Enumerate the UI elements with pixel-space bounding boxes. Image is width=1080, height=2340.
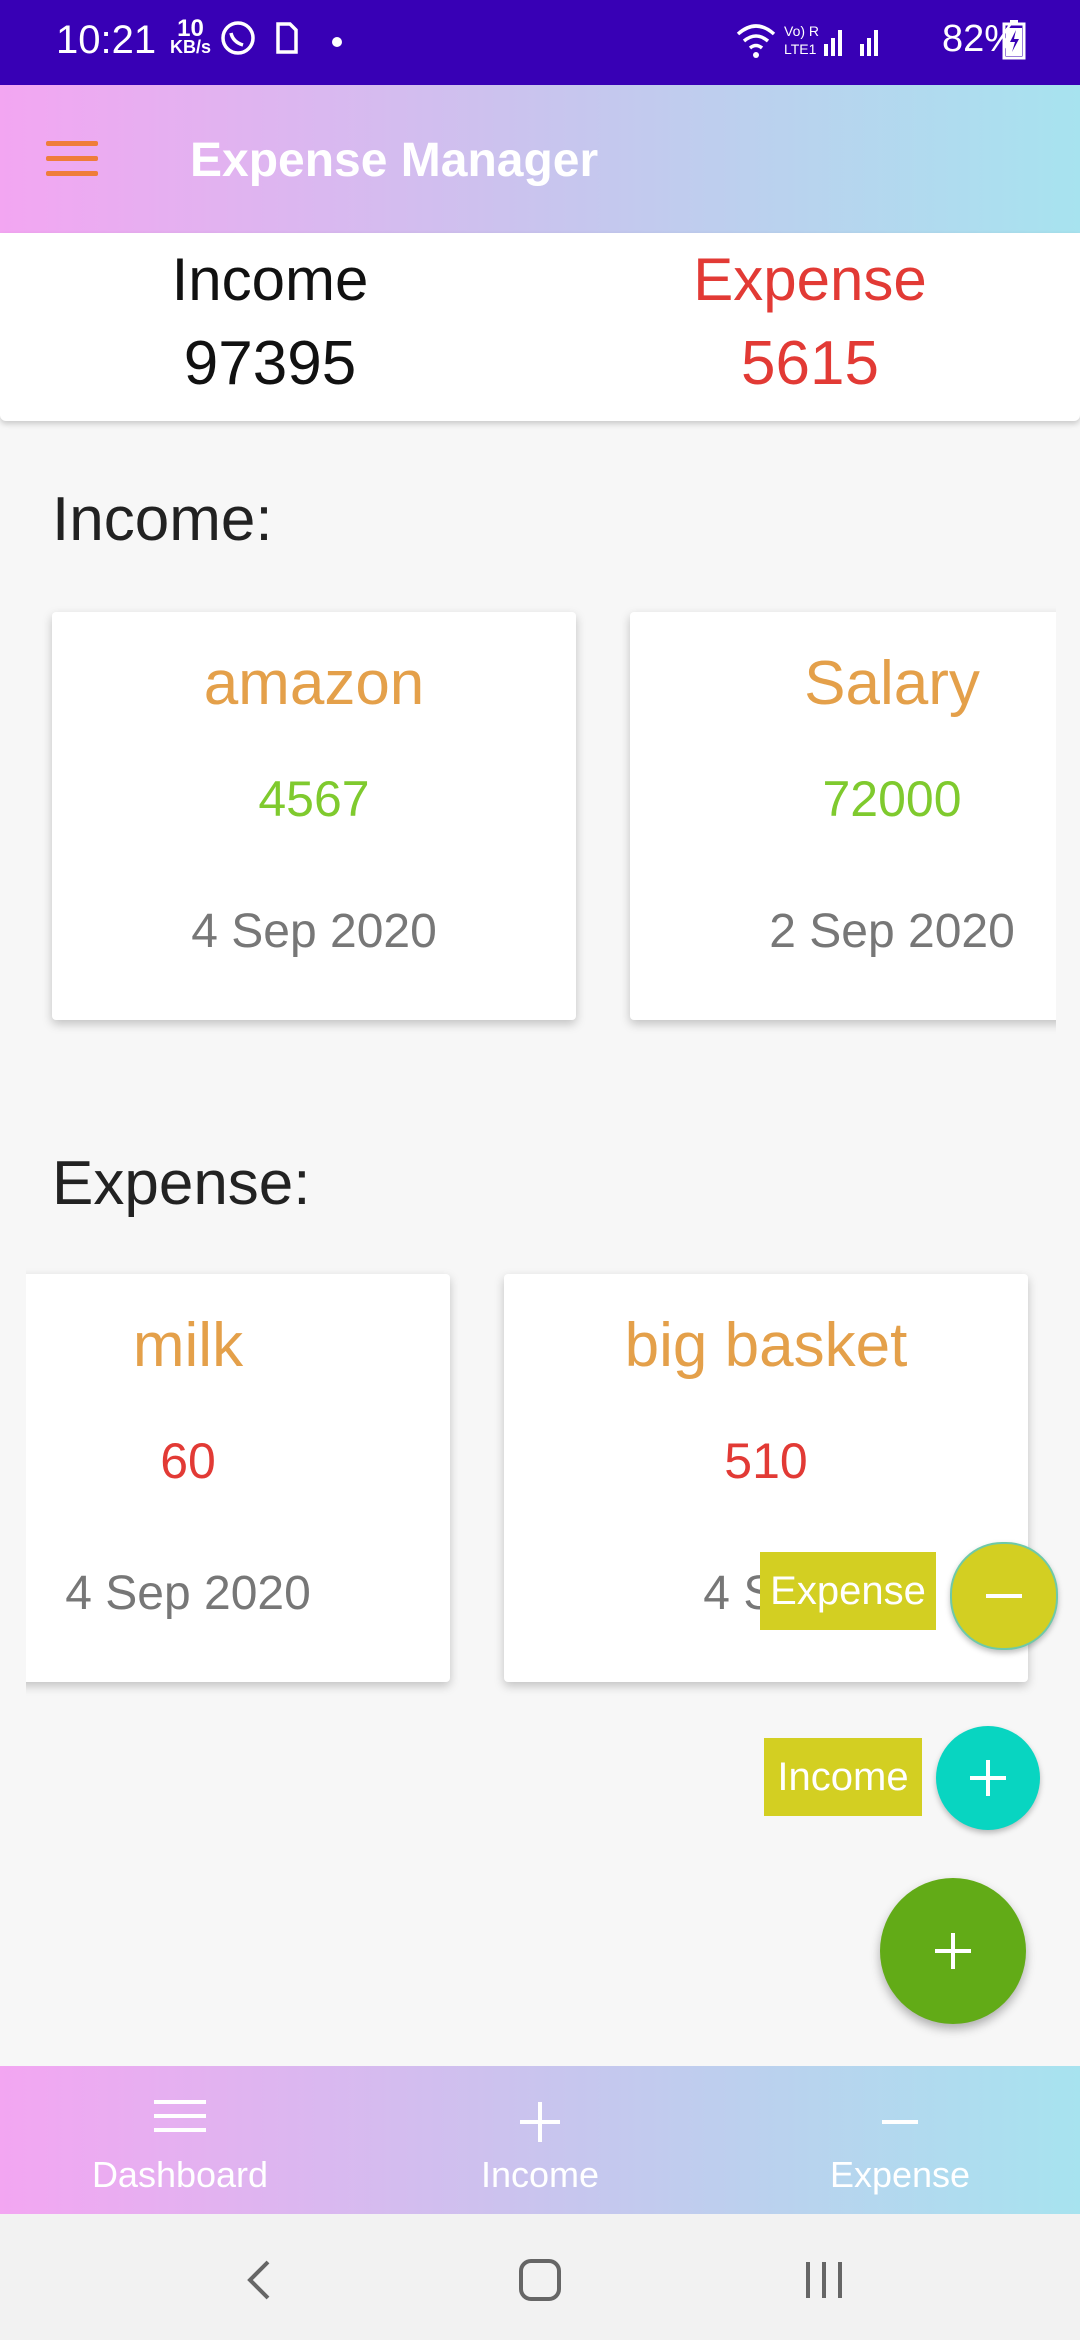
system-navigation-bar	[0, 2214, 1080, 2340]
expense-card-title: milk	[132, 1311, 244, 1380]
fab-main-button[interactable]	[880, 1878, 1026, 2024]
plus-icon	[520, 2102, 560, 2142]
fab-add-income-button[interactable]	[936, 1726, 1040, 1830]
income-card-title: Salary	[804, 649, 980, 718]
income-summary-label: Income	[171, 246, 369, 313]
minus-icon	[986, 1594, 1022, 1598]
expense-total: 5615	[741, 329, 879, 398]
expense-card-title: big basket	[624, 1311, 908, 1380]
status-bar: 10:21 10 KB/s Vo) R LTE1 82%	[0, 0, 1080, 85]
income-card[interactable]: Salary 72000 2 Sep 2020	[630, 612, 1056, 1020]
recents-icon[interactable]	[804, 2258, 844, 2302]
nav-dashboard[interactable]: Dashboard	[0, 2066, 360, 2214]
income-list[interactable]: amazon 4567 4 Sep 2020 Salary 72000 2 Se…	[0, 600, 1056, 1070]
income-card-amount: 4567	[258, 771, 370, 827]
expense-section-label: Expense:	[52, 1149, 311, 1218]
nav-dashboard-label: Dashboard	[91, 2154, 269, 2195]
dot-icon	[330, 26, 344, 61]
network-speed-value: 10	[177, 15, 204, 42]
expense-card[interactable]: milk 60 4 Sep 2020	[26, 1274, 450, 1682]
expense-card-date: 4 Sep 2020	[65, 1567, 311, 1620]
income-card-title: amazon	[203, 649, 425, 718]
home-icon[interactable]	[518, 2258, 562, 2302]
app-bar: Expense Manager	[0, 85, 1080, 233]
income-card-date: 4 Sep 2020	[191, 905, 437, 958]
fab-income-label[interactable]: Income	[764, 1738, 922, 1816]
sim-icon	[272, 18, 302, 63]
income-section-label: Income:	[52, 485, 273, 554]
summary-card: Income 97395 Expense 5615	[0, 233, 1080, 421]
nav-expense-label: Expense	[829, 2154, 971, 2195]
battery-icon	[1002, 18, 1026, 65]
income-total: 97395	[183, 329, 357, 398]
nav-expense[interactable]: Expense	[720, 2066, 1080, 2214]
nav-income-label: Income	[480, 2154, 600, 2195]
expense-card-amount: 60	[160, 1433, 216, 1489]
back-icon[interactable]	[244, 2258, 274, 2302]
svg-text:LTE1: LTE1	[784, 41, 817, 57]
income-card-date: 2 Sep 2020	[769, 905, 1015, 958]
expense-card-amount: 510	[724, 1433, 808, 1489]
bottom-navigation: Dashboard Income Expense	[0, 2066, 1080, 2214]
network-speed-unit: KB/s	[170, 37, 212, 57]
fab-add-expense-button[interactable]	[950, 1542, 1058, 1650]
menu-icon	[154, 2100, 206, 2132]
signal-icon: Vo) R LTE1	[784, 18, 904, 67]
minus-icon	[882, 2120, 918, 2124]
svg-text:Vo) R: Vo) R	[784, 23, 819, 39]
expense-summary: Expense 5615	[540, 233, 1080, 399]
plus-icon	[935, 1933, 971, 1969]
plus-icon	[970, 1760, 1006, 1796]
expense-list[interactable]: milk 60 4 Sep 2020 big basket 510 4 Sep	[26, 1262, 1056, 1732]
whatsapp-icon	[218, 18, 258, 63]
status-time: 10:21	[56, 18, 157, 62]
fab-expense-label[interactable]: Expense	[760, 1552, 936, 1630]
income-card[interactable]: amazon 4567 4 Sep 2020	[52, 612, 576, 1020]
wifi-icon	[734, 18, 778, 67]
network-speed: 10 KB/s	[170, 15, 212, 57]
app-title: Expense Manager	[190, 134, 599, 187]
income-card-amount: 72000	[822, 771, 962, 827]
nav-income[interactable]: Income	[360, 2066, 720, 2214]
income-summary: Income 97395	[0, 233, 540, 399]
expense-summary-label: Expense	[693, 246, 927, 313]
menu-icon[interactable]	[46, 141, 98, 177]
